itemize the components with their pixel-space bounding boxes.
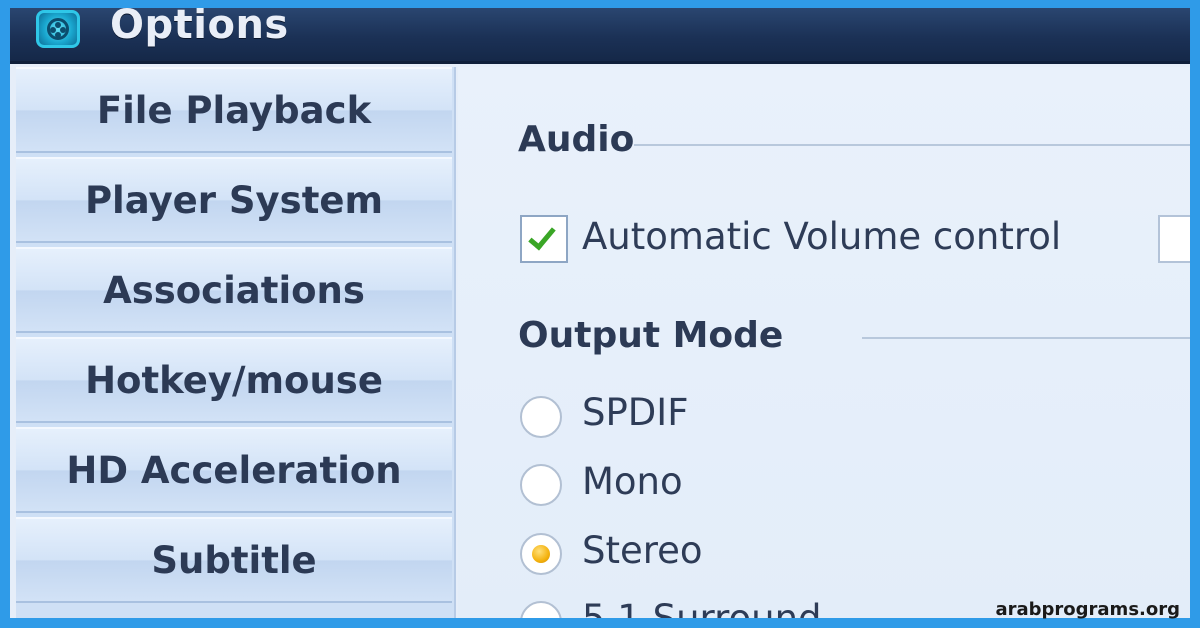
title-bar: Options [10,8,1190,64]
section-divider [862,337,1190,339]
radio-stereo[interactable] [520,533,562,575]
auto-volume-label[interactable]: Automatic Volume control [582,215,1061,258]
options-sidebar: File Playback Player System Associations… [16,67,456,618]
sidebar-item-label: Hotkey/mouse [85,358,383,402]
sidebar-item-file-playback[interactable]: File Playback [16,67,452,153]
section-divider [634,144,1190,146]
sidebar-item-label: HD Acceleration [66,448,402,492]
radio-label-mono[interactable]: Mono [582,460,683,503]
watermark-text: arabprograms.org [995,599,1180,620]
radio-selected-dot [532,545,550,563]
sidebar-item-label: Player System [84,178,384,222]
radio-spdif[interactable] [520,396,562,438]
audio-section-title: Audio [518,119,635,160]
radio-label-spdif[interactable]: SPDIF [582,391,688,434]
options-content: Audio Automatic Volume control Output Mo… [458,67,1190,618]
checkmark-icon [528,221,556,251]
sidebar-item-player-system[interactable]: Player System [16,157,452,243]
media-player-icon [36,10,80,48]
window-title: Options [110,2,289,48]
radio-surround[interactable] [520,601,562,618]
sidebar-item-label: Associations [103,268,365,312]
sidebar-item-label: File Playback [96,88,372,132]
auto-volume-checkbox[interactable] [520,215,568,263]
output-mode-section-title: Output Mode [518,315,784,356]
options-window: Options File Playback Player System Asso… [0,0,1200,628]
radio-label-stereo[interactable]: Stereo [582,529,703,572]
sidebar-item-hotkey-mouse[interactable]: Hotkey/mouse [16,337,452,423]
sidebar-item-associations[interactable]: Associations [16,247,452,333]
partial-checkbox[interactable] [1158,215,1190,263]
sidebar-item-label: Subtitle [151,538,317,582]
radio-label-surround[interactable]: 5.1 Surround [582,597,822,618]
sidebar-item-subtitle[interactable]: Subtitle [16,517,452,603]
radio-mono[interactable] [520,464,562,506]
sidebar-item-hd-acceleration[interactable]: HD Acceleration [16,427,452,513]
